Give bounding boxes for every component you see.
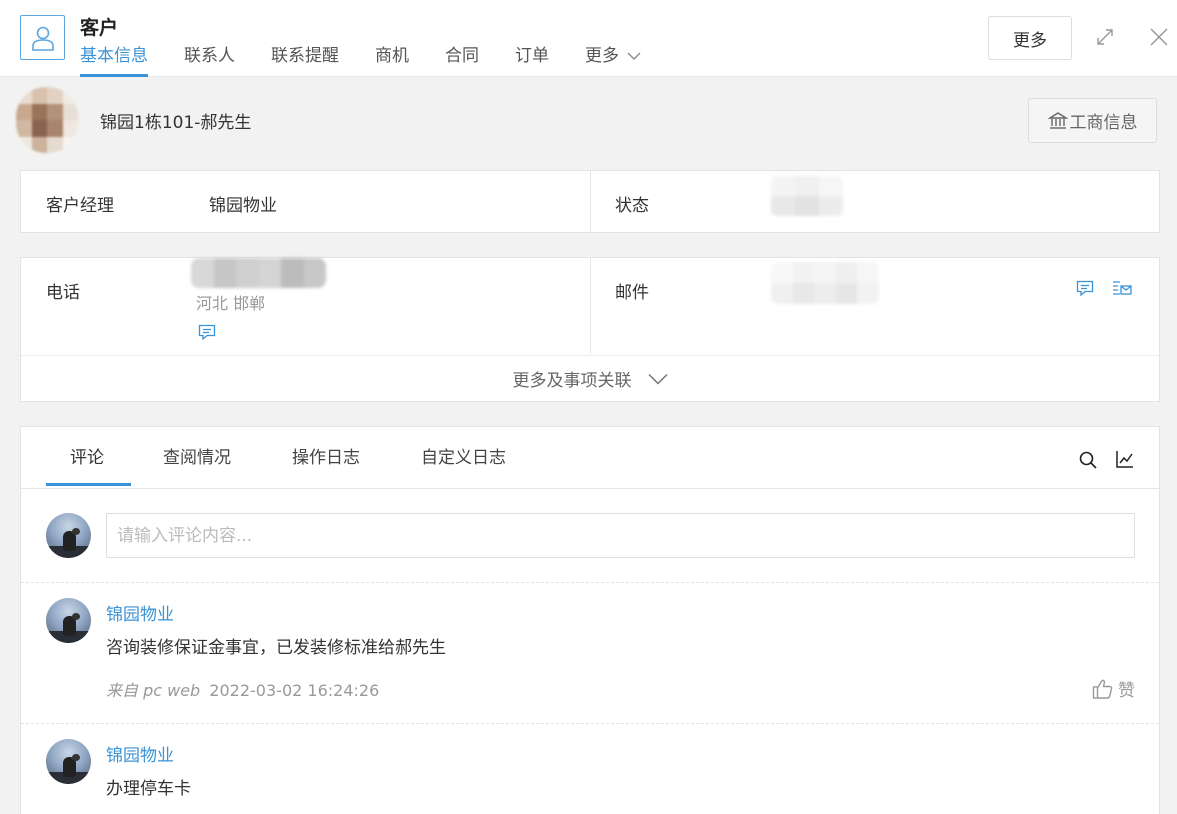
chevron-down-icon <box>627 42 641 70</box>
manager-label: 客户经理 <box>46 196 114 216</box>
status-value-redacted <box>771 176 843 216</box>
tab-label: 更多 <box>585 46 619 66</box>
chart-icon[interactable] <box>1115 449 1135 473</box>
tab-custom-log[interactable]: 自定义日志 <box>421 443 506 487</box>
email-value-redacted[interactable] <box>771 262 879 304</box>
tab-operation-log[interactable]: 操作日志 <box>292 443 360 487</box>
sms-icon[interactable] <box>198 324 216 345</box>
column-divider <box>590 258 591 354</box>
divider <box>21 582 1159 583</box>
comment-text: 咨询装修保证金事宜，已发装修标准给郝先生 <box>106 638 446 658</box>
comment-meta: 来自 pc web 2022-03-02 16:24:26 <box>106 677 379 701</box>
tab-reminders[interactable]: 联系提醒 <box>271 42 339 77</box>
user-icon <box>20 15 65 60</box>
header-tabs: 基本信息 联系人 联系提醒 商机 合同 订单 更多 <box>80 42 677 77</box>
phone-location: 河北 邯郸 <box>196 294 266 313</box>
email-icon[interactable] <box>1112 280 1132 301</box>
avatar <box>46 598 91 643</box>
tab-basic-info[interactable]: 基本信息 <box>80 42 148 77</box>
comments-panel: 评论 查阅情况 操作日志 自定义日志 锦园物业 咨询装修保证金事宜 <box>20 426 1160 814</box>
business-info-button[interactable]: 工商信息 <box>1028 98 1157 143</box>
customer-name: 锦园1栋101-郝先生 <box>100 113 252 133</box>
more-button[interactable]: 更多 <box>988 16 1072 60</box>
status-label: 状态 <box>615 196 649 216</box>
bank-icon <box>1047 111 1068 131</box>
active-tab-indicator <box>46 483 131 486</box>
comment-time: 2022-03-02 16:24:26 <box>209 681 380 700</box>
tab-contracts[interactable]: 合同 <box>445 42 479 77</box>
thumb-up-icon <box>1092 678 1114 700</box>
tab-comments[interactable]: 评论 <box>70 443 104 487</box>
contact-panel: 电话 河北 邯郸 邮件 更多及事项关联 <box>20 257 1160 402</box>
tab-contacts[interactable]: 联系人 <box>184 42 235 77</box>
tab-label: 联系人 <box>184 46 235 66</box>
tab-more[interactable]: 更多 <box>585 42 641 77</box>
comment-text: 办理停车卡 <box>106 779 191 799</box>
comment-input[interactable] <box>106 513 1135 558</box>
comment-source: 来自 pc web <box>106 681 201 700</box>
tab-label: 合同 <box>445 46 479 66</box>
like-button[interactable]: 赞 <box>1092 676 1135 701</box>
page-title: 客户 <box>80 17 119 39</box>
expand-icon[interactable] <box>1094 26 1116 48</box>
phone-number-redacted[interactable] <box>191 258 326 288</box>
tab-label: 联系提醒 <box>271 46 339 66</box>
business-info-label: 工商信息 <box>1069 113 1138 133</box>
avatar <box>46 513 91 558</box>
customer-detail-page: 客户 基本信息 联系人 联系提醒 商机 合同 订单 更多 更多 锦园1栋101-… <box>0 0 1177 814</box>
column-divider <box>590 171 591 232</box>
avatar <box>46 739 91 784</box>
search-icon[interactable] <box>1078 450 1098 474</box>
sms-icon[interactable] <box>1076 280 1094 301</box>
manager-value: 锦园物业 <box>209 196 277 216</box>
phone-label: 电话 <box>46 283 80 303</box>
customer-avatar <box>16 87 78 153</box>
tab-orders[interactable]: 订单 <box>515 42 549 77</box>
tab-view-status[interactable]: 查阅情况 <box>163 443 231 487</box>
tab-opportunities[interactable]: 商机 <box>375 42 409 77</box>
close-icon[interactable] <box>1148 26 1170 48</box>
like-label: 赞 <box>1118 681 1135 701</box>
more-link-label: 更多及事项关联 <box>512 371 632 391</box>
tab-label: 基本信息 <box>80 46 148 66</box>
email-label: 邮件 <box>615 283 649 303</box>
comment-author[interactable]: 锦园物业 <box>106 741 174 766</box>
chevron-down-icon <box>647 373 668 385</box>
summary-panel: 客户经理 锦园物业 状态 <box>20 170 1160 233</box>
comment-author[interactable]: 锦园物业 <box>106 600 174 625</box>
tabs-divider <box>21 488 1159 489</box>
tab-label: 商机 <box>375 46 409 66</box>
tab-label: 订单 <box>515 46 549 66</box>
more-and-related-link[interactable]: 更多及事项关联 <box>21 355 1159 401</box>
divider <box>21 723 1159 724</box>
header-bar: 客户 基本信息 联系人 联系提醒 商机 合同 订单 更多 更多 <box>0 0 1177 77</box>
